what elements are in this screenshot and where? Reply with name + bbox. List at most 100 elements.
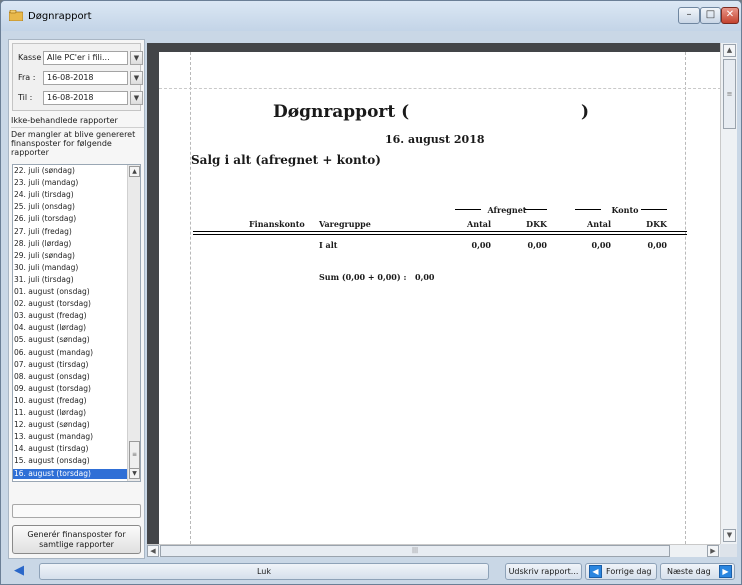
row-label: I alt xyxy=(319,240,338,250)
list-item[interactable]: 07. august (tirsdag) xyxy=(13,360,127,370)
arrow-left-icon[interactable]: ◀ xyxy=(9,562,29,580)
list-item[interactable]: 29. juli (søndag) xyxy=(13,251,127,261)
group-afregnet: Afregnet xyxy=(487,205,527,215)
til-row: Til : 16-08-2018 ▼ xyxy=(18,91,143,105)
next-day-button[interactable]: Næste dag ▶ xyxy=(660,563,735,580)
list-item[interactable]: 13. august (mandag) xyxy=(13,432,127,442)
group-rule xyxy=(525,209,547,210)
cell-dkk-konto: 0,00 xyxy=(647,240,667,250)
fra-row: Fra : 16-08-2018 ▼ xyxy=(18,71,143,85)
scroll-up-icon[interactable]: ▲ xyxy=(723,44,736,57)
list-item[interactable]: 24. juli (tirsdag) xyxy=(13,190,127,200)
list-item[interactable]: 10. august (fredag) xyxy=(13,396,127,406)
arrow-right-icon: ▶ xyxy=(719,565,732,578)
til-label: Til : xyxy=(18,93,33,102)
list-scrollbar[interactable]: ▲ ≡ ▼ xyxy=(127,165,140,481)
bottom-toolbar: ◀ Luk Udskriv rapport... ◀ Forrige dag N… xyxy=(1,559,741,584)
list-item[interactable]: 03. august (fredag) xyxy=(13,311,127,321)
list-item[interactable]: 27. juli (fredag) xyxy=(13,227,127,237)
col-antal-afregnet: Antal xyxy=(467,219,491,229)
list-item[interactable]: 08. august (onsdag) xyxy=(13,372,127,382)
list-item[interactable]: 31. juli (tirsdag) xyxy=(13,275,127,285)
col-finanskonto: Finanskonto xyxy=(249,219,305,229)
col-dkk-afregnet: DKK xyxy=(526,219,547,229)
scroll-down-icon[interactable]: ▼ xyxy=(723,529,736,542)
list-item[interactable]: 14. august (tirsdag) xyxy=(13,444,127,454)
unprocessed-reports-list[interactable]: 22. juli (søndag) 23. juli (mandag) 24. ju… xyxy=(12,164,141,482)
list-item[interactable]: 11. august (lørdag) xyxy=(13,408,127,418)
left-panel: Kasse : Alle PC'er i fili... ▼ Fra : 16-… xyxy=(8,39,145,559)
report-subtitle: Salg i alt (afregnet + konto) xyxy=(191,153,381,167)
list-item[interactable]: 05. august (søndag) xyxy=(13,335,127,345)
list-item[interactable]: 25. juli (onsdag) xyxy=(13,202,127,212)
chevron-down-icon[interactable]: ▼ xyxy=(130,91,143,105)
cell-antal-konto: 0,00 xyxy=(591,240,611,250)
group-rule xyxy=(641,209,667,210)
scroll-thumb[interactable]: ≡ xyxy=(723,59,736,129)
previous-day-button[interactable]: ◀ Forrige dag xyxy=(585,563,657,580)
list-item[interactable]: 23. juli (mandag) xyxy=(13,178,127,188)
scroll-left-icon[interactable]: ◀ xyxy=(147,545,159,557)
list-item[interactable]: 12. august (søndag) xyxy=(13,420,127,430)
list-item[interactable]: 22. juli (søndag) xyxy=(13,166,127,176)
title-bar[interactable]: Døgnrapport – □ ✕ xyxy=(1,1,741,31)
scroll-right-icon[interactable]: ▶ xyxy=(707,545,719,557)
close-report-button[interactable]: Luk xyxy=(39,563,489,580)
chevron-down-icon[interactable]: ▼ xyxy=(130,51,143,65)
list-item[interactable]: 09. august (torsdag) xyxy=(13,384,127,394)
col-varegruppe: Varegruppe xyxy=(319,219,371,229)
missing-reports-description: Der mangler at blive genereret finanspos… xyxy=(11,130,136,157)
app-icon xyxy=(9,10,23,21)
cell-dkk-afregnet: 0,00 xyxy=(527,240,547,250)
chevron-down-icon[interactable]: ▼ xyxy=(130,71,143,85)
filter-box: Kasse : Alle PC'er i fili... ▼ Fra : 16-… xyxy=(12,43,143,111)
fra-label: Fra : xyxy=(18,73,36,82)
cell-antal-afregnet: 0,00 xyxy=(471,240,491,250)
list-item[interactable]: 26. juli (torsdag) xyxy=(13,214,127,224)
maximize-button[interactable]: □ xyxy=(700,7,721,24)
scroll-up-icon[interactable]: ▲ xyxy=(129,166,140,177)
scroll-thumb[interactable]: ≡ xyxy=(129,441,140,469)
margin-guide xyxy=(159,88,721,89)
report-title: Døgnrapport ( xyxy=(273,102,410,122)
status-field xyxy=(12,504,141,518)
scroll-thumb[interactable]: ||| xyxy=(160,545,670,557)
til-date-picker[interactable]: 16-08-2018 xyxy=(43,91,128,105)
preview-vertical-scrollbar[interactable]: ▲ ≡ ▼ xyxy=(720,43,737,544)
next-day-label: Næste dag xyxy=(667,567,711,576)
list-item[interactable]: 06. august (mandag) xyxy=(13,348,127,358)
list-item[interactable]: 30. juli (mandag) xyxy=(13,263,127,273)
header-rule xyxy=(193,231,687,235)
list-item[interactable]: 15. august (onsdag) xyxy=(13,456,127,466)
dognrapport-window: Døgnrapport – □ ✕ Kasse : Alle PC'er i f… xyxy=(0,0,742,585)
list-item[interactable]: 01. august (onsdag) xyxy=(13,287,127,297)
preview-horizontal-scrollbar[interactable]: ◀ ||| ▶ xyxy=(147,544,720,557)
sum-label: Sum (0,00 + 0,00) : xyxy=(319,272,407,282)
list-item[interactable]: 04. august (lørdag) xyxy=(13,323,127,333)
report-page: Døgnrapport ( ) 16. august 2018 Salg i a… xyxy=(159,52,721,544)
minimize-button[interactable]: – xyxy=(678,7,700,24)
report-date: 16. august 2018 xyxy=(385,133,485,146)
report-preview: Døgnrapport ( ) 16. august 2018 Salg i a… xyxy=(147,43,737,544)
group-konto: Konto xyxy=(611,205,639,215)
col-antal-konto: Antal xyxy=(587,219,611,229)
kasse-row: Kasse : Alle PC'er i fili... ▼ xyxy=(18,51,143,65)
margin-guide xyxy=(685,52,686,544)
margin-guide xyxy=(190,52,191,544)
generate-postings-button[interactable]: Generér finansposter for samtlige rappor… xyxy=(12,525,141,554)
sum-value: 0,00 xyxy=(415,272,435,282)
list-item[interactable]: 16. august (torsdag) xyxy=(13,468,127,479)
list-item[interactable]: 02. august (torsdag) xyxy=(13,299,127,309)
scrollbar-corner xyxy=(720,544,737,557)
scroll-down-icon[interactable]: ▼ xyxy=(129,468,140,479)
kasse-select[interactable]: Alle PC'er i fili... xyxy=(43,51,128,65)
list-item[interactable]: 28. juli (lørdag) xyxy=(13,239,127,249)
report-title-close: ) xyxy=(581,102,590,122)
print-report-button[interactable]: Udskriv rapport... xyxy=(505,563,582,580)
previous-day-label: Forrige dag xyxy=(606,567,652,576)
section-title: Ikke-behandlede rapporter xyxy=(11,116,144,128)
fra-date-picker[interactable]: 16-08-2018 xyxy=(43,71,128,85)
col-dkk-konto: DKK xyxy=(646,219,667,229)
close-button[interactable]: ✕ xyxy=(721,7,739,24)
window-title: Døgnrapport xyxy=(28,11,92,22)
